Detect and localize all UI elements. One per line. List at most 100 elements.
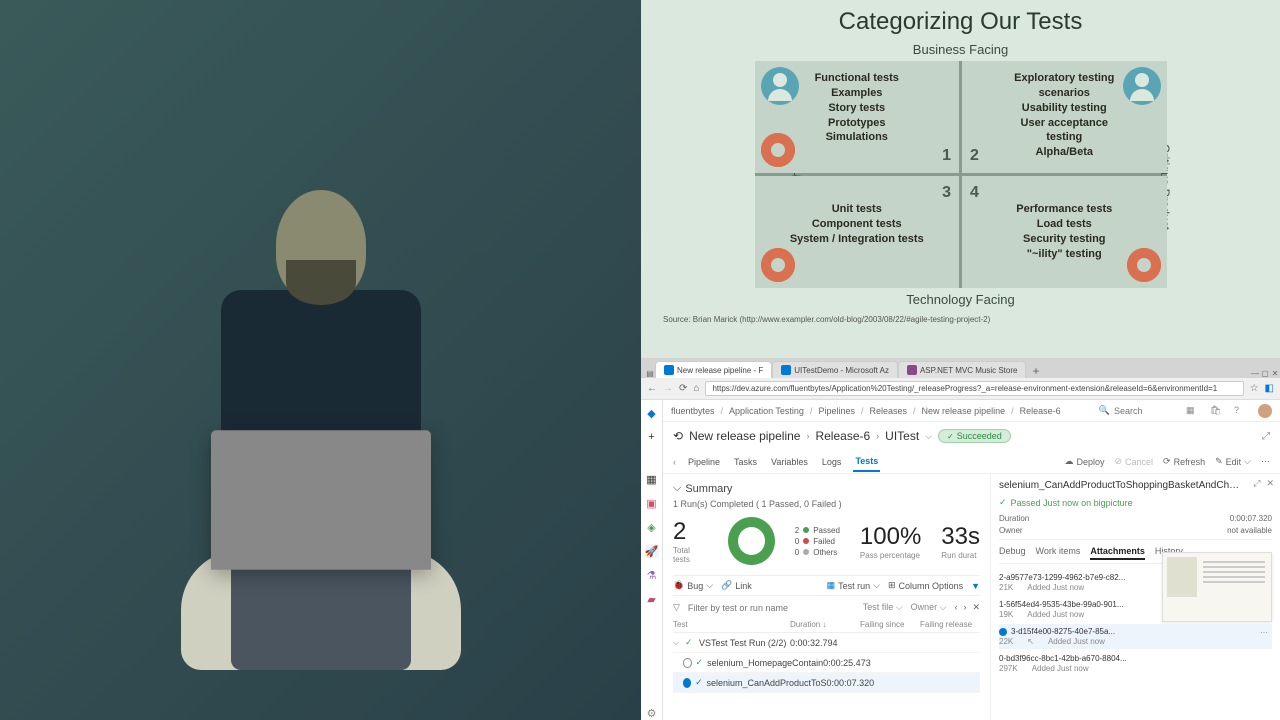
attachment-item[interactable]: 2-a9577e73-1299-4962-b7e9-c82... 21KAdde… [999,570,1272,595]
more-icon[interactable]: ⋯ [1261,456,1270,467]
attachment-item[interactable]: 0-bd3f96cc-8bc1-42bb-a670-8804... 297KAd… [999,651,1272,676]
tab-tasks[interactable]: Tasks [732,453,759,471]
browser-tab[interactable]: New release pipeline - F [655,361,772,378]
minimize-icon[interactable]: — [1250,368,1260,378]
table-row[interactable]: ✓ selenium_HomepageContain 0:00:25.473 [673,653,980,673]
help-icon[interactable]: ? [1234,405,1246,417]
columns-icon: ⊞ [888,580,896,591]
url-field[interactable]: https://dev.azure.com/fluentbytes/Applic… [705,381,1243,396]
gear-icon [761,133,795,167]
group-by-button[interactable]: ▦Test run⌵ [827,580,880,591]
breadcrumb-item[interactable]: New release pipeline [922,406,1006,416]
add-icon[interactable]: + [645,430,659,444]
cancel-button: ⊘Cancel [1114,456,1153,467]
attachment-item[interactable]: 3-d15f4e00-8275-40e7-85a... 22K↖Added Ju… [999,624,1272,649]
pipelines-icon[interactable]: 🚀 [645,544,659,558]
pass-icon: ✓ [696,657,708,668]
chevron-down-icon[interactable]: ⌵ [925,431,932,442]
search-icon: 🔍 [1099,405,1110,416]
refresh-button[interactable]: ⟳Refresh [1163,456,1205,467]
close-icon[interactable]: ✕ [1270,368,1280,378]
overview-icon[interactable]: ▦ [645,472,659,486]
detail-duration: 0:00:07.320 [1230,514,1272,523]
title-pipeline[interactable]: New release pipeline [689,429,800,443]
radio-icon[interactable] [683,678,691,688]
maximize-icon[interactable]: ▢ [1260,368,1270,378]
chevron-left-icon[interactable]: ‹ [673,457,676,467]
table-row[interactable]: ✓ selenium_CanAddProductToS 0:00:07.320 [673,673,980,693]
tab-logs[interactable]: Logs [820,453,844,471]
tab-tests[interactable]: Tests [853,452,880,472]
owner-dropdown[interactable]: Owner ⌵ [911,602,947,613]
azure-logo-icon[interactable]: ◆ [645,406,659,420]
expand-icon[interactable]: ⤢ [1253,478,1260,489]
cancel-icon: ⊘ [1114,456,1122,467]
pass-icon: ✓ [999,497,1007,508]
group-dropdown[interactable]: Test file ⌵ [863,602,903,613]
link-button[interactable]: 🔗Link [721,580,752,591]
breadcrumb-item[interactable]: Pipelines [818,406,855,416]
artifacts-icon[interactable]: ▰ [645,592,659,606]
prev-page-icon[interactable]: ‹ [954,602,957,613]
title-release[interactable]: Release-6 [815,429,870,443]
new-tab-button[interactable]: + [1026,364,1045,378]
browser-tab[interactable]: UITestDemo - Microsoft Az [772,361,898,378]
pass-icon: ✓ [685,637,699,648]
more-icon[interactable]: ⋯ [1260,628,1268,637]
expand-icon[interactable]: ⤢ [1262,431,1270,442]
table-row-group[interactable]: ⌵ ✓ VSTest Test Run (2/2) 0:00:32.794 [673,633,980,653]
filter-icon: ▽ [673,602,680,613]
repos-icon[interactable]: ◈ [645,520,659,534]
bug-button[interactable]: 🐞Bug⌵ [673,580,713,591]
total-tests-metric: 2Total tests [673,518,708,564]
tab-list-icon[interactable]: ▤ [645,368,655,378]
grid-icon[interactable]: ▦ [1186,405,1198,417]
deploy-button[interactable]: ☁Deploy [1064,456,1104,467]
refresh-icon[interactable]: ⟳ [679,383,687,394]
tab-debug[interactable]: Debug [999,546,1026,560]
sort-icon[interactable]: ↓ [822,620,826,629]
summary-header[interactable]: ⌵Summary [673,482,980,495]
refresh-icon: ⟳ [1163,456,1171,467]
filter-input[interactable] [688,603,855,613]
user-avatar[interactable] [1258,404,1272,418]
tab-pipeline[interactable]: Pipeline [686,453,722,471]
back-icon[interactable]: ← [647,383,657,394]
close-filter-icon[interactable]: ✕ [972,602,980,613]
axis-top: Business Facing [651,42,1270,57]
chart-legend: 2Passed 0Failed 0Others [795,526,840,557]
chevron-down-icon: ⌵ [873,580,880,591]
browser-tab[interactable]: ASP.NET MVC Music Store [898,361,1027,378]
tab-work-items[interactable]: Work items [1036,546,1081,560]
tab-variables[interactable]: Variables [769,453,810,471]
breadcrumb-item[interactable]: Releases [870,406,908,416]
search-box[interactable]: 🔍 [1099,405,1174,416]
summary-subtext: 1 Run(s) Completed ( 1 Passed, 0 Failed … [673,499,980,509]
home-icon[interactable]: ⌂ [693,383,699,394]
breadcrumb-item[interactable]: fluentbytes [671,406,715,416]
boards-icon[interactable]: ▣ [645,496,659,510]
testplans-icon[interactable]: ⚗ [645,568,659,582]
close-icon[interactable]: ✕ [1266,478,1274,489]
chevron-down-icon: ⌵ [940,602,947,612]
radio-icon[interactable] [683,658,692,668]
detail-title: selenium_CanAddProductToShoppingBasketAn… [999,480,1272,491]
settings-icon[interactable]: ⚙ [645,706,659,720]
command-bar: ‹ Pipeline Tasks Variables Logs Tests ☁D… [663,450,1280,474]
extension-icon[interactable]: ◧ [1265,383,1274,394]
pass-icon: ✓ [695,677,706,688]
column-options-button[interactable]: ⊞Column Options [888,580,963,591]
breadcrumb-item[interactable]: Application Testing [729,406,804,416]
tab-attachments[interactable]: Attachments [1090,546,1145,560]
edit-button[interactable]: ✎Edit⌵ [1215,456,1251,467]
marketplace-icon[interactable]: 🛍 [1210,405,1222,417]
breadcrumb-item[interactable]: Release-6 [1020,406,1061,416]
filter-icon[interactable]: ▼ [971,581,980,591]
next-page-icon[interactable]: › [963,602,966,613]
star-icon[interactable]: ☆ [1250,383,1259,394]
filter-row: ▽ Test file ⌵ Owner ⌵ ‹ › ✕ [673,602,980,613]
collapse-icon[interactable]: ⌵ [673,638,685,648]
attachment-item[interactable]: 1-56f54ed4-9535-43be-99a0-901... 19KAdde… [999,597,1272,622]
title-stage[interactable]: UITest [885,429,919,443]
forward-icon[interactable]: → [663,383,673,394]
